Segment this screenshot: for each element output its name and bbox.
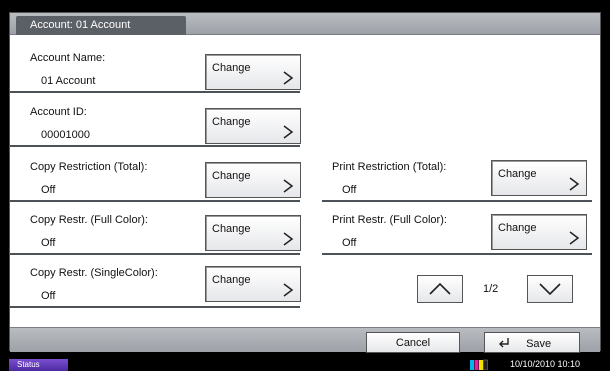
status-button[interactable]: Status (9, 359, 68, 371)
cancel-label: Cancel (395, 337, 431, 349)
status-label: Status (17, 360, 40, 369)
chevron-right-icon (569, 177, 580, 191)
account-name-label: Account Name: (30, 52, 106, 64)
enter-icon (499, 338, 509, 348)
copy-restriction-full-color-change-button[interactable]: Change (205, 215, 301, 251)
copy-restriction-full-color-value: Off (41, 237, 56, 249)
page-down-button[interactable] (527, 275, 573, 303)
footer-bar: Cancel Save (10, 327, 600, 353)
status-strip: Status 10/10/2010 10:10 (0, 359, 610, 371)
clock: 10/10/2010 10:10 (510, 359, 581, 369)
title-bar: Account: 01 Account (10, 13, 600, 35)
print-restriction-full-color-value: Off (342, 237, 357, 249)
copy-restriction-single-color-change-button[interactable]: Change (205, 266, 301, 302)
screen: Account: 01 Account Account Name: 01 Acc… (0, 0, 610, 371)
account-panel: Account: 01 Account Account Name: 01 Acc… (9, 12, 601, 353)
print-restriction-total-label: Print Restriction (Total): (332, 161, 447, 173)
print-restriction-full-color-label: Print Restr. (Full Color): (332, 214, 447, 226)
copy-restriction-full-color-label: Copy Restr. (Full Color): (30, 214, 148, 226)
chevron-right-icon (283, 125, 294, 139)
copy-restriction-total-change-button[interactable]: Change (205, 162, 301, 198)
chevron-up-icon (429, 282, 451, 295)
chevron-right-icon (283, 71, 294, 85)
save-button[interactable]: Save (484, 332, 580, 353)
account-name-value: 01 Account (41, 75, 96, 87)
chevron-right-icon (283, 232, 294, 246)
copy-restriction-single-color-value: Off (41, 290, 56, 302)
account-id-value: 00001000 (41, 129, 90, 141)
change-label: Change (212, 116, 251, 128)
cancel-button[interactable]: Cancel (366, 332, 460, 353)
change-label: Change (498, 168, 537, 180)
print-restriction-total-change-button[interactable]: Change (491, 160, 587, 196)
copy-restriction-total-value: Off (41, 184, 56, 196)
page-indicator: 1/2 (483, 283, 499, 295)
panel-title: Account: 01 Account (16, 16, 186, 35)
print-restriction-total-value: Off (342, 184, 357, 196)
chevron-down-icon (539, 283, 561, 296)
change-label: Change (212, 170, 251, 182)
account-id-label: Account ID: (30, 106, 87, 118)
chevron-right-icon (283, 283, 294, 297)
copy-restriction-total-label: Copy Restriction (Total): (30, 161, 148, 173)
copy-restriction-single-color-label: Copy Restr. (SingleColor): (30, 267, 158, 279)
save-label: Save (526, 338, 552, 350)
page-up-button[interactable] (417, 275, 463, 303)
account-id-change-button[interactable]: Change (205, 108, 301, 144)
change-label: Change (212, 223, 251, 235)
print-restriction-full-color-change-button[interactable]: Change (491, 214, 587, 250)
change-label: Change (498, 222, 537, 234)
toner-level-icon (470, 359, 488, 370)
change-label: Change (212, 274, 251, 286)
change-label: Change (212, 62, 251, 74)
account-name-change-button[interactable]: Change (205, 54, 301, 90)
chevron-right-icon (283, 179, 294, 193)
chevron-right-icon (569, 231, 580, 245)
